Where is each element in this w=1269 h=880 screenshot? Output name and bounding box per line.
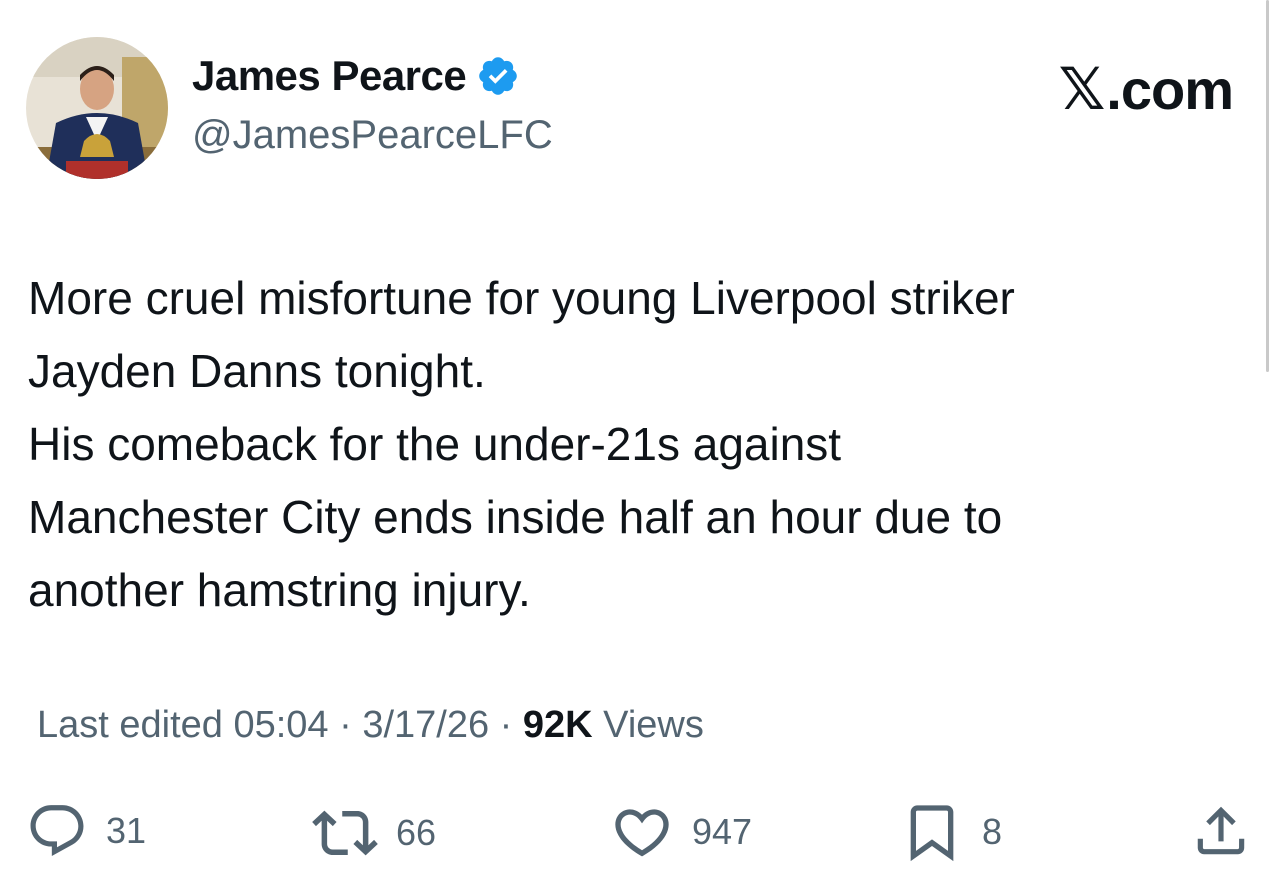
- tweet-line: His comeback for the under-21s against: [28, 418, 842, 470]
- x-com-logo: 𝕏 .com: [1058, 55, 1234, 123]
- reply-icon: [30, 805, 84, 857]
- repost-button[interactable]: 66: [312, 800, 436, 866]
- views-count: 92K: [522, 704, 593, 746]
- tweet-text: More cruel misfortune for young Liverpoo…: [28, 262, 1238, 627]
- author-display-name[interactable]: James Pearce: [192, 52, 467, 100]
- meta-separator: ·: [489, 704, 523, 746]
- verified-badge-icon: [479, 57, 518, 95]
- tweet-meta: Last edited 05:04 · 3/17/26 · 92K Views: [37, 704, 704, 747]
- reply-count: 31: [106, 810, 147, 851]
- author-name-row[interactable]: James Pearce: [192, 52, 520, 100]
- edited-timestamp[interactable]: Last edited 05:04 · 3/17/26: [37, 704, 489, 746]
- views-label: Views: [592, 704, 704, 746]
- profile-photo-icon: [26, 37, 168, 179]
- brand-domain: .com: [1106, 57, 1234, 121]
- like-count: 947: [692, 811, 753, 852]
- heart-icon: [615, 809, 669, 857]
- reply-button[interactable]: 31: [26, 800, 146, 862]
- share-button[interactable]: [1190, 800, 1252, 862]
- tweet-line: another hamstring injury.: [28, 564, 531, 616]
- action-bar: 31 66 947 8: [0, 800, 1269, 864]
- avatar[interactable]: [26, 37, 168, 179]
- bookmark-icon: [910, 805, 954, 862]
- bookmark-button[interactable]: 8: [900, 800, 1002, 864]
- like-button[interactable]: 947: [610, 800, 752, 864]
- share-icon: [1197, 806, 1245, 855]
- tweet-line: More cruel misfortune for young Liverpoo…: [28, 272, 1015, 324]
- tweet-line: Manchester City ends inside half an hour…: [28, 491, 1003, 543]
- x-logo-icon: 𝕏: [1058, 55, 1106, 123]
- author-handle[interactable]: @JamesPearceLFC: [192, 113, 553, 158]
- repost-icon: [312, 810, 378, 856]
- tweet-line: Jayden Danns tonight.: [28, 345, 486, 397]
- bookmark-count: 8: [982, 811, 1003, 852]
- repost-count: 66: [396, 812, 437, 853]
